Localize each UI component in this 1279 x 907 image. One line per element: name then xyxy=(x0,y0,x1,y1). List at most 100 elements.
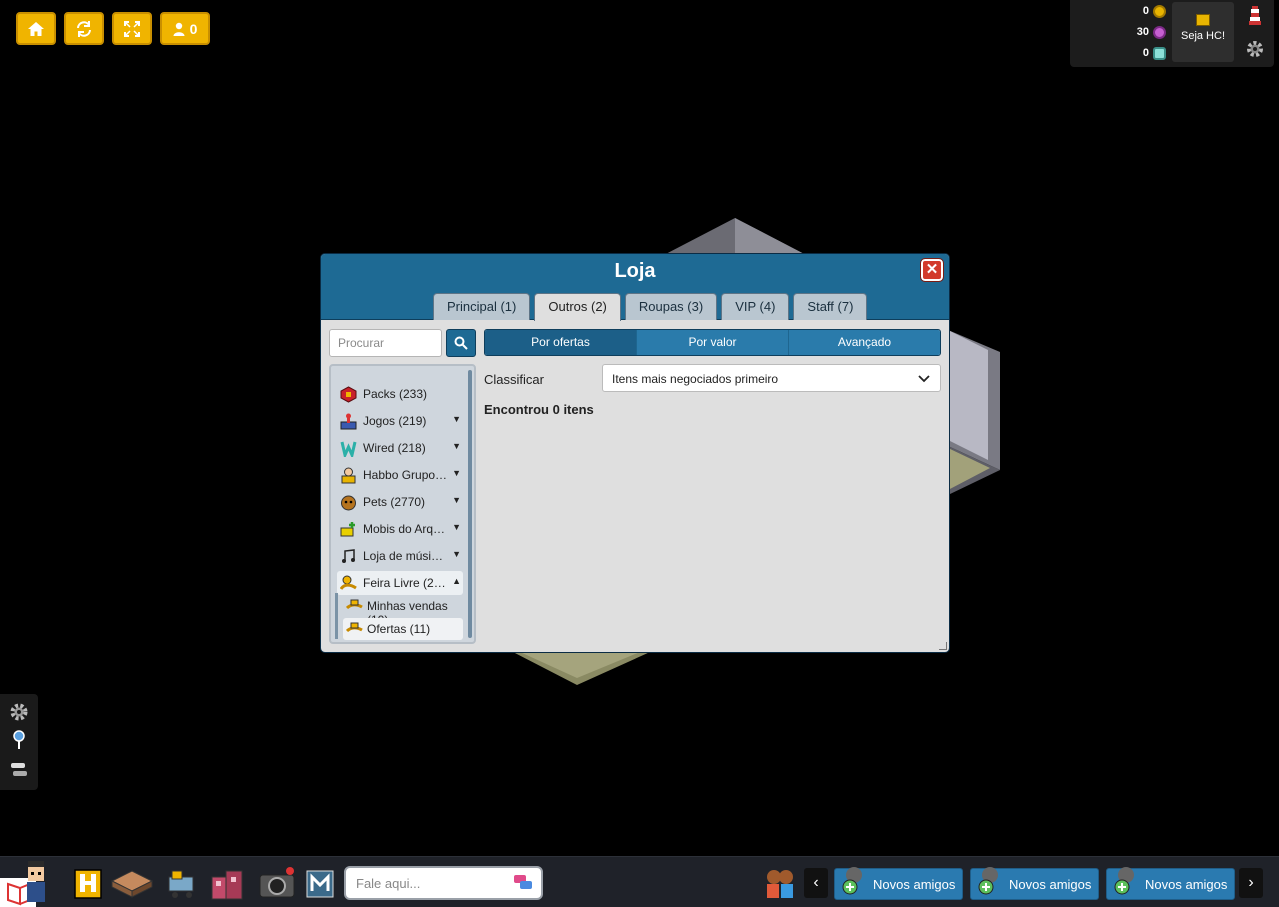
catalog-shop-icon[interactable] xyxy=(163,865,199,901)
home-button[interactable] xyxy=(16,12,56,45)
category-label: Mobis do Arquit… xyxy=(363,522,449,536)
search-button[interactable] xyxy=(446,329,476,357)
online-users-button[interactable]: 0 xyxy=(160,12,210,45)
fullscreen-button[interactable] xyxy=(112,12,152,45)
marketplace-mode-tabs: Por ofertas Por valor Avançado xyxy=(484,329,941,356)
caret-down-icon: ▼ xyxy=(452,414,461,424)
sort-select[interactable]: Itens mais negociados primeiro xyxy=(602,364,941,392)
friend-request-slot[interactable]: Novos amigos xyxy=(1106,867,1235,900)
bottom-toolbar: ‹ Novos amigos Novos amigos Novos amigos… xyxy=(0,856,1279,907)
navigator-icon[interactable] xyxy=(74,869,102,899)
caret-up-icon: ▲ xyxy=(452,576,461,586)
category-scrollbar[interactable] xyxy=(468,370,472,638)
pets-icon xyxy=(341,495,356,511)
tab-por-ofertas[interactable]: Por ofertas xyxy=(485,330,637,355)
credits-value: 0 xyxy=(1142,5,1149,18)
category-item-packs[interactable]: Packs (233) xyxy=(337,382,463,406)
category-label: Habbo Grupos (… xyxy=(363,468,449,482)
category-item-jogos[interactable]: Jogos (219) ▼ xyxy=(337,409,463,433)
duckets-icon xyxy=(1153,26,1166,39)
architect-icon xyxy=(340,522,355,537)
tab-por-valor[interactable]: Por valor xyxy=(637,330,789,355)
friends-list-icon[interactable] xyxy=(764,867,796,901)
camera-icon[interactable] xyxy=(258,865,298,901)
tab-vip[interactable]: VIP (4) xyxy=(721,293,790,320)
packs-icon xyxy=(340,386,357,403)
caret-down-icon: ▼ xyxy=(452,495,461,505)
caret-down-icon: ▼ xyxy=(452,549,461,559)
chat-input-box xyxy=(344,866,543,900)
lighthouse-icon[interactable] xyxy=(1245,4,1265,30)
friend-slot-label: Novos amigos xyxy=(873,877,956,892)
friend-request-slot[interactable]: Novos amigos xyxy=(834,867,963,900)
subcategory-item-ofertas[interactable]: Ofertas (11) xyxy=(343,618,463,640)
caret-down-icon: ▼ xyxy=(452,522,461,532)
category-list[interactable]: Packs (233) Jogos (219) ▼ Wired (218) ▼ … xyxy=(329,364,476,644)
hc-label: Seja HC! xyxy=(1180,30,1226,42)
friends-prev-button[interactable]: ‹ xyxy=(804,868,828,898)
chat-style-icon[interactable] xyxy=(513,874,533,892)
search-icon xyxy=(454,336,468,350)
tab-avancado[interactable]: Avançado xyxy=(789,330,940,355)
home-icon xyxy=(28,21,44,36)
results-count: Encontrou 0 itens xyxy=(484,402,594,417)
reload-icon xyxy=(77,20,91,37)
category-item-arquiteto[interactable]: Mobis do Arquit… ▼ xyxy=(337,517,463,541)
chevron-right-icon: › xyxy=(1248,874,1254,891)
diamonds-icon xyxy=(1153,47,1166,60)
subcategory-label: Ofertas (11) xyxy=(367,622,431,636)
catalog-header[interactable]: Loja ✕ Principal (1) Outros (2) Roupas (… xyxy=(321,254,949,321)
sort-label: Classificar xyxy=(484,372,544,387)
caret-down-icon: ▼ xyxy=(452,441,461,451)
chat-history-icon[interactable] xyxy=(10,761,28,779)
diamonds-row: 0 xyxy=(1070,47,1166,60)
inventory-icon[interactable] xyxy=(208,867,248,903)
reload-button[interactable] xyxy=(64,12,104,45)
catalog-tabs: Principal (1) Outros (2) Roupas (3) VIP … xyxy=(433,293,868,321)
search-input[interactable] xyxy=(338,336,438,350)
category-item-pets[interactable]: Pets (2770) ▼ xyxy=(337,490,463,514)
hc-button[interactable]: Seja HC! xyxy=(1172,2,1234,62)
friend-slot-label: Novos amigos xyxy=(1009,877,1092,892)
chat-input[interactable] xyxy=(356,876,506,891)
plus-avatar-icon xyxy=(1114,867,1134,895)
room-tools-panel xyxy=(0,694,38,790)
settings-icon[interactable] xyxy=(8,701,30,723)
builder-icon[interactable] xyxy=(306,870,334,898)
avatar-icon[interactable] xyxy=(22,859,50,905)
category-label: Jogos (219) xyxy=(363,414,427,428)
category-item-wired[interactable]: Wired (218) ▼ xyxy=(337,436,463,460)
category-item-musica[interactable]: Loja de música (… ▼ xyxy=(337,544,463,568)
resize-handle[interactable] xyxy=(939,642,947,650)
tab-roupas[interactable]: Roupas (3) xyxy=(624,293,718,320)
chevron-down-icon xyxy=(918,375,930,383)
tab-principal[interactable]: Principal (1) xyxy=(433,293,531,320)
zoom-icon[interactable] xyxy=(12,730,26,750)
music-icon xyxy=(342,549,355,563)
wired-icon xyxy=(340,441,357,457)
rooms-icon[interactable] xyxy=(110,869,154,899)
catalog-search-box xyxy=(329,329,442,357)
marketplace-hand-icon xyxy=(346,622,363,633)
close-button[interactable]: ✕ xyxy=(920,258,944,282)
subcategory-item-minhas-vendas[interactable]: Minhas vendas (10) xyxy=(343,595,463,627)
settings-gear-icon[interactable] xyxy=(1244,38,1266,60)
credits-icon xyxy=(1153,5,1166,18)
category-item-grupos[interactable]: Habbo Grupos (… ▼ xyxy=(337,463,463,487)
category-label: Wired (218) xyxy=(363,441,426,455)
tab-outros[interactable]: Outros (2) xyxy=(534,293,621,321)
friend-request-slot[interactable]: Novos amigos xyxy=(970,867,1099,900)
hc-crown-icon xyxy=(1196,14,1210,26)
category-label: Packs (233) xyxy=(363,387,428,401)
subcategory-indent-line xyxy=(335,593,338,639)
category-item-feira-livre[interactable]: Feira Livre (220) ▲ xyxy=(337,571,463,595)
game-client: 0 0 30 0 Seja HC! Fale aqui... ‹ Novos a… xyxy=(0,0,1279,907)
friends-next-button[interactable]: › xyxy=(1239,868,1263,898)
credits-row: 0 xyxy=(1070,5,1166,18)
sort-select-value: Itens mais negociados primeiro xyxy=(612,372,779,386)
catalog-window: Loja ✕ Principal (1) Outros (2) Roupas (… xyxy=(320,253,950,653)
plus-avatar-icon xyxy=(978,867,998,895)
tab-staff[interactable]: Staff (7) xyxy=(793,293,868,320)
category-label: Loja de música (… xyxy=(363,549,449,563)
duckets-value: 30 xyxy=(1136,26,1149,39)
